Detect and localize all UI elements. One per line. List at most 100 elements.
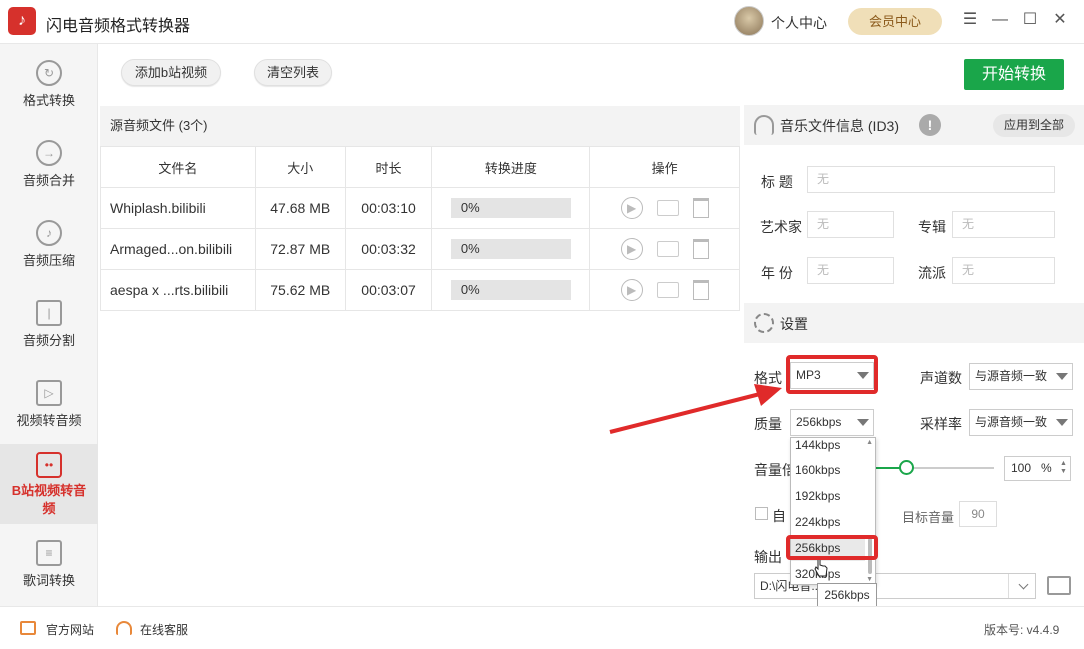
dropdown-option-160[interactable]: 160kbps [791,457,865,483]
sidebar-item-label: 音频分割 [22,333,75,348]
sidebar-item-label: B站视频转音频 [11,483,87,516]
quality-select[interactable]: 256kbps [790,409,874,436]
sidebar: ↻ 格式转换 → 音频合并 ♪ 音频压缩 | 音频分割 ▷ 视频转音频 •• B… [0,44,98,606]
folder-icon[interactable] [656,200,679,216]
artist-label: 艺术家 [760,219,802,235]
sidebar-item-format-convert[interactable]: ↻ 格式转换 [0,48,98,128]
menu-icon[interactable]: ☰ [960,10,980,30]
play-icon[interactable]: ▶ [620,279,643,301]
compress-icon: ♪ [36,220,62,246]
app-logo-icon: ♪ [8,7,36,35]
lyrics-icon: ≡ [36,540,62,566]
progress-cell: 0% [431,269,591,311]
genre-label: 流派 [918,265,946,281]
trash-icon[interactable] [692,198,709,218]
scroll-up-icon[interactable]: ▲ [866,439,873,446]
vip-center-button[interactable]: 会员中心 [848,8,942,35]
file-list-panel: 源音频文件 (3个) 文件名 大小 时长 转换进度 操作 Whiplash.bi… [100,106,740,606]
settings-section-header: 设置 [744,303,1084,343]
refresh-icon: ↻ [36,60,62,86]
chevron-down-icon[interactable] [1018,579,1029,590]
clear-list-button[interactable]: 清空列表 [254,59,332,86]
sidebar-item-audio-merge[interactable]: → 音频合并 [0,128,98,208]
trash-icon[interactable] [692,280,709,300]
trash-icon[interactable] [692,239,709,259]
progress-cell: 0% [431,187,591,229]
table-header-row: 文件名 大小 时长 转换进度 操作 [100,146,740,188]
table-row[interactable]: Whiplash.bilibili 47.68 MB 00:03:10 0% ▶ [100,187,740,229]
maximize-icon[interactable]: ☐ [1020,10,1040,30]
folder-icon[interactable] [656,282,679,298]
title-label: 标 题 [761,174,793,190]
column-header-progress: 转换进度 [431,146,591,188]
folder-icon[interactable] [656,241,679,257]
title-field[interactable]: 无 [807,166,1055,193]
target-volume-input[interactable]: 90 [959,501,997,527]
auto-volume-checkbox[interactable] [755,507,768,520]
divider [1008,574,1009,598]
start-convert-button[interactable]: 开始转换 [964,59,1064,90]
merge-icon: → [36,140,62,166]
stepper-icon[interactable]: ▲ ▼ [1060,460,1068,476]
headset-icon [116,621,132,635]
album-field[interactable]: 无 [952,211,1055,238]
sidebar-item-audio-split[interactable]: | 音频分割 [0,288,98,368]
gear-icon [754,313,774,333]
play-icon[interactable]: ▶ [620,197,643,219]
vip-label: 会员中心 [868,14,921,29]
progress-bar: 0% [450,198,571,218]
file-duration: 00:03:32 [344,228,433,270]
chevron-down-icon [1056,419,1068,426]
headphones-icon [754,115,774,135]
add-bilibili-video-button[interactable]: 添加b站视频 [121,59,221,86]
genre-field[interactable]: 无 [952,257,1055,284]
samplerate-select[interactable]: 与源音频一致 [969,409,1073,436]
warning-icon[interactable]: ! [919,114,941,136]
scroll-down-icon[interactable]: ▼ [866,576,873,583]
annotation-arrow [609,384,782,434]
dropdown-option-144[interactable]: 144kbps [791,438,865,458]
sidebar-item-label: 音频合并 [22,173,75,188]
dropdown-option-192[interactable]: 192kbps [791,483,865,509]
file-size: 72.87 MB [254,228,346,270]
personal-center-link[interactable]: 个人中心 [771,13,827,33]
hand-cursor-icon [814,558,828,577]
dropdown-option-320[interactable]: 320kbps [791,561,865,584]
sidebar-item-audio-compress[interactable]: ♪ 音频压缩 [0,208,98,288]
year-field[interactable]: 无 [807,257,894,284]
online-support-link[interactable]: 在线客服 [140,621,188,638]
volume-slider-handle[interactable] [899,460,914,475]
footer: 官方网站 在线客服 版本号: v4.4.9 [0,606,1084,649]
channels-value: 与源音频一致 [975,369,1048,383]
column-header-actions: 操作 [589,146,740,188]
official-website-link[interactable]: 官方网站 [46,621,94,638]
progress-bar: 0% [450,280,571,300]
sidebar-item-video-to-audio[interactable]: ▷ 视频转音频 [0,368,98,448]
minimize-icon[interactable]: — [990,10,1010,30]
sidebar-item-label: 歌词转换 [22,573,75,588]
file-size: 75.62 MB [254,269,346,311]
sidebar-item-lyrics-convert[interactable]: ≡ 歌词转换 [0,528,98,608]
volume-unit: % [1041,461,1052,475]
artist-field[interactable]: 无 [807,211,894,238]
volume-input[interactable]: 100 % ▲ ▼ [1004,456,1071,481]
dropdown-option-224[interactable]: 224kbps [791,509,865,535]
split-icon: | [36,300,62,326]
tooltip: 256kbps [817,583,877,607]
progress-bar: 0% [450,239,571,259]
table-row[interactable]: aespa x ...rts.bilibili 75.62 MB 00:03:0… [100,269,740,311]
file-duration: 00:03:10 [344,187,433,229]
apply-all-button[interactable]: 应用到全部 [993,114,1075,137]
table-row[interactable]: Armaged...on.bilibili 72.87 MB 00:03:32 … [100,228,740,270]
play-icon[interactable]: ▶ [620,238,643,260]
version-label: 版本号: v4.4.9 [984,623,1060,637]
bilibili-icon: •• [36,452,62,478]
channels-select[interactable]: 与源音频一致 [969,363,1073,390]
sidebar-item-bilibili[interactable]: •• B站视频转音频 [0,444,98,524]
option-highlight-box [786,535,878,560]
avatar[interactable] [734,6,764,36]
app-window: ♪ 闪电音频格式转换器 个人中心 会员中心 ☰ — ☐ ✕ ↻ 格式转换 → 音… [0,0,1084,649]
open-folder-icon[interactable] [1047,576,1071,595]
close-icon[interactable]: ✕ [1050,10,1070,30]
chevron-down-icon [1056,373,1068,380]
